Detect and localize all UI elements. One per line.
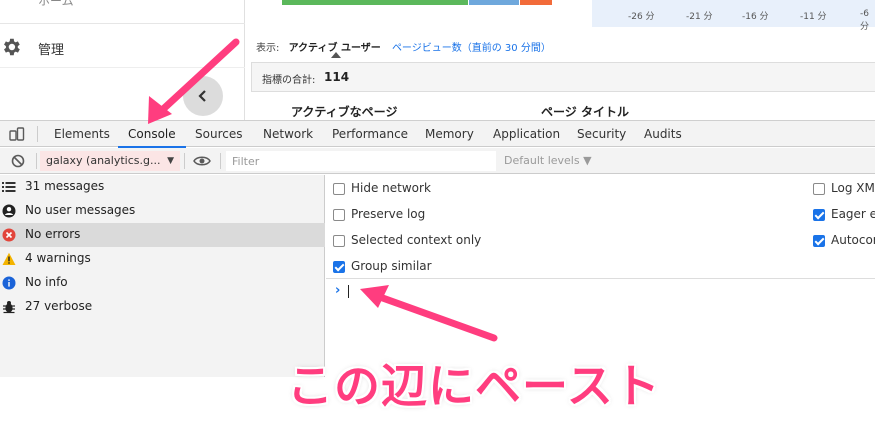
devtools-tabbar: Elements Console Sources Network Perform… — [0, 121, 875, 148]
metric-value: 114 — [324, 70, 350, 84]
devtools-panel: Elements Console Sources Network Perform… — [0, 120, 875, 377]
warning-icon — [2, 252, 16, 265]
view-pageviews-link[interactable]: ページビュー数（直前の 30 分間） — [392, 43, 551, 54]
tab-separator — [37, 126, 38, 142]
filter-input[interactable] — [226, 151, 496, 171]
tab-performance[interactable]: Performance — [332, 121, 408, 147]
context-selector[interactable]: galaxy (analytics.g... ▼ — [40, 151, 180, 171]
checkbox[interactable] — [333, 209, 345, 221]
text-cursor — [348, 285, 349, 298]
setting-label: Selected context only — [351, 233, 482, 247]
sidebar-item-user-messages[interactable]: No user messages — [0, 199, 325, 223]
tab-network[interactable]: Network — [263, 121, 313, 147]
timeline-tick: -16 分 — [742, 12, 769, 22]
analytics-page: ホーム 管理 -26 分 -21 分 -16 分 -11 分 -6 分 表示: … — [0, 0, 875, 120]
tab-application[interactable]: Application — [493, 121, 560, 147]
timeline-tick: -21 分 — [686, 12, 713, 22]
toolbar-separator — [36, 153, 37, 169]
setting-label: Hide network — [351, 181, 431, 195]
list-icon — [2, 182, 16, 192]
setting-label: Group similar — [351, 259, 432, 273]
column-header-active-page[interactable]: アクティブなページ — [291, 103, 397, 120]
view-label: 表示: — [256, 43, 280, 54]
sidebar-item-verbose[interactable]: 27 verbose — [0, 295, 325, 319]
setting-label: Log XML — [831, 181, 875, 195]
eye-icon[interactable] — [193, 155, 211, 167]
chevron-left-icon — [198, 90, 206, 102]
view-selector: 表示: アクティブ ユーザー ページビュー数（直前の 30 分間） — [256, 39, 551, 58]
toolbar-separator — [220, 153, 221, 169]
prompt-chevron-icon: › — [335, 283, 341, 298]
log-levels-dropdown[interactable]: Default levels ▼ — [504, 154, 592, 167]
clear-console-icon[interactable] — [11, 154, 25, 168]
sidebar-item-errors[interactable]: No errors — [0, 223, 325, 247]
info-icon — [2, 276, 16, 290]
tab-elements[interactable]: Elements — [54, 121, 110, 147]
checkbox[interactable] — [333, 183, 345, 195]
view-caret-icon — [331, 52, 341, 58]
gear-icon — [4, 38, 20, 56]
tab-sources[interactable]: Sources — [195, 121, 242, 147]
metric-total: 指標の合計: 114 — [251, 62, 875, 92]
console-sidebar: 31 messages No user messages No errors 4… — [0, 175, 325, 377]
timeline-tick: -26 分 — [628, 12, 655, 22]
sidebar-item-label: No user messages — [25, 203, 136, 217]
timeline-tick: -6 分 — [860, 9, 870, 32]
checkbox[interactable] — [333, 235, 345, 247]
tab-audits[interactable]: Audits — [644, 121, 682, 147]
dropdown-arrow-icon: ▼ — [167, 156, 174, 166]
nav-item-cut[interactable]: ホーム — [0, 0, 245, 24]
bar-orange — [520, 0, 552, 5]
context-selector-value: galaxy (analytics.g... — [46, 154, 161, 167]
checkbox[interactable] — [813, 235, 825, 247]
sidebar-item-label: No info — [25, 275, 68, 289]
bar-blue — [469, 0, 519, 5]
setting-label: Autocom — [831, 233, 875, 247]
tab-console[interactable]: Console — [118, 121, 186, 148]
bar-green — [282, 0, 468, 5]
sidebar-item-warnings[interactable]: 4 warnings — [0, 247, 325, 271]
collapse-nav-button[interactable] — [183, 76, 223, 116]
setting-label: Preserve log — [351, 207, 426, 221]
sidebar-item-label: 4 warnings — [25, 251, 91, 265]
sidebar-item-label: No errors — [25, 227, 81, 241]
checkbox[interactable] — [813, 209, 825, 221]
sidebar-item-label: 31 messages — [25, 179, 105, 193]
column-header-page-title[interactable]: ページ タイトル — [541, 103, 629, 120]
checkbox[interactable] — [333, 261, 345, 273]
tab-security[interactable]: Security — [577, 121, 626, 147]
device-toolbar-icon[interactable] — [9, 126, 25, 142]
sidebar-item-info[interactable]: No info — [0, 271, 325, 295]
metric-label: 指標の合計: — [262, 75, 316, 86]
sidebar-item-label: 27 verbose — [25, 299, 93, 313]
toolbar-separator — [184, 153, 185, 169]
console-toolbar: galaxy (analytics.g... ▼ Default levels … — [0, 148, 875, 174]
annotation-caption: この辺にペースト — [287, 359, 661, 413]
setting-label: Eager ev — [831, 207, 875, 221]
sidebar-item-messages[interactable]: 31 messages — [0, 175, 325, 199]
nav-item-label: 管理 — [38, 43, 65, 58]
timeline-tick: -11 分 — [800, 12, 827, 22]
tab-memory[interactable]: Memory — [425, 121, 474, 147]
timeline-axis: -26 分 -21 分 -16 分 -11 分 -6 分 — [592, 0, 875, 32]
nav-item-label: ホーム — [38, 0, 74, 8]
left-navigation: ホーム 管理 — [0, 0, 245, 120]
user-icon — [2, 204, 16, 218]
nav-item-admin[interactable]: 管理 — [0, 28, 245, 68]
error-icon — [2, 228, 16, 242]
bug-icon — [3, 301, 15, 314]
console-settings: Hide network Preserve log Selected conte… — [326, 175, 875, 279]
checkbox[interactable] — [813, 183, 825, 195]
